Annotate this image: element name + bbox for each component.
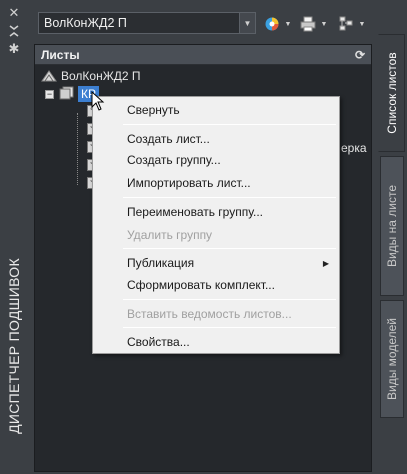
menu-item-publish[interactable]: Публикация <box>127 253 194 273</box>
chevron-down-icon[interactable]: ▼ <box>239 13 255 33</box>
menu-item-delete-group[interactable]: Удалить группу <box>127 225 212 245</box>
menu-separator <box>123 124 336 125</box>
tree-root[interactable]: ВолКонЖД2 П <box>35 67 371 85</box>
publish-icon <box>264 16 280 32</box>
menu-separator <box>123 197 336 198</box>
menu-gutter <box>93 97 120 353</box>
menu-separator <box>123 327 336 328</box>
tab-sheet-list[interactable]: Список листов <box>378 34 405 152</box>
close-icon[interactable]: ✕ <box>7 6 21 20</box>
menu-item-new-sheet[interactable]: Создать лист... <box>127 129 210 149</box>
gear-icon[interactable]: ✱ <box>7 42 21 56</box>
collapse-icon[interactable]: − <box>45 89 54 99</box>
sheet-set-icon <box>41 69 57 83</box>
chevron-down-icon[interactable]: ▼ <box>357 21 367 28</box>
sheet-set-select[interactable]: ВолКонЖД2 П ▼ <box>38 12 256 34</box>
publish-button[interactable]: ▼ <box>264 14 293 34</box>
palette-title: ДИСПЕТЧЕР ПОДШИВОК <box>6 258 22 434</box>
menu-item-new-group[interactable]: Создать группу... <box>127 150 221 170</box>
menu-separator <box>123 248 336 249</box>
panel-title: Листы <box>41 47 80 62</box>
menu-item-properties[interactable]: Свойства... <box>127 332 190 352</box>
model-views-button[interactable]: ▼ <box>338 14 367 34</box>
refresh-icon[interactable]: ⟳ <box>355 48 365 62</box>
menu-item-import-sheet[interactable]: Импортировать лист... <box>127 173 251 193</box>
group-icon <box>59 86 75 103</box>
tree-root-label: ВолКонЖД2 П <box>61 69 141 83</box>
menu-item-archive[interactable]: Сформировать комплект... <box>127 275 275 295</box>
model-views-icon <box>338 16 354 32</box>
chevron-down-icon[interactable]: ▼ <box>283 21 293 28</box>
tab-sheet-views[interactable]: Виды на листе <box>380 156 404 296</box>
pin-icon[interactable] <box>7 24 21 38</box>
menu-item-insert-sheet-list[interactable]: Вставить ведомость листов... <box>127 304 292 324</box>
palette-tabs: Список листов Виды на листе Виды моделей <box>378 0 407 474</box>
mouse-cursor-icon <box>91 91 105 111</box>
menu-item-rename-group[interactable]: Переименовать группу... <box>127 202 263 222</box>
menu-separator <box>123 299 336 300</box>
plot-button[interactable]: ▼ <box>300 14 329 34</box>
sheet-set-value: ВолКонЖД2 П <box>44 16 127 30</box>
palette-title-strip: ✕ ✱ ДИСПЕТЧЕР ПОДШИВОК <box>0 0 28 474</box>
panel-header: Листы ⟳ <box>35 45 371 65</box>
context-menu: Свернуть Создать лист... Создать группу.… <box>92 96 340 354</box>
sheet-label-tail: ерка <box>341 141 367 155</box>
tab-model-views[interactable]: Виды моделей <box>380 300 404 418</box>
submenu-arrow-icon: ▶ <box>322 259 329 268</box>
plotter-icon <box>300 16 316 32</box>
chevron-down-icon[interactable]: ▼ <box>319 21 329 28</box>
tree-connector <box>77 113 78 185</box>
menu-item-collapse[interactable]: Свернуть <box>127 100 180 120</box>
toolbar: ВолКонЖД2 П ▼ ▼ ▼ ▼ <box>28 0 378 44</box>
